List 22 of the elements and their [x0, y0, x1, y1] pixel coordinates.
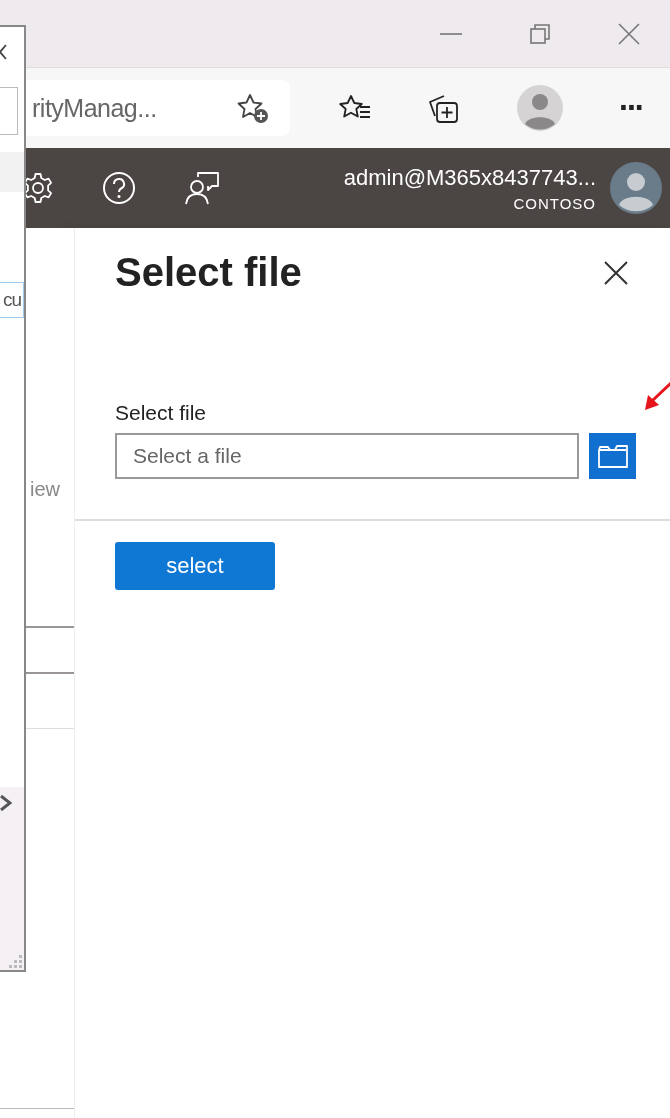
help-icon[interactable]: [102, 171, 136, 205]
user-email: admin@M365x8437743...: [343, 164, 596, 191]
address-text: rityManag...: [32, 93, 157, 123]
resize-grip-icon[interactable]: [8, 954, 22, 968]
browse-button[interactable]: [589, 433, 636, 479]
select-button[interactable]: select: [115, 542, 275, 590]
chevron-right-icon[interactable]: [0, 795, 12, 811]
panel-title: Select file: [115, 250, 302, 295]
partial-label: iew: [30, 478, 60, 501]
organization-name: CONTOSO: [513, 194, 596, 212]
restore-icon[interactable]: [530, 23, 550, 44]
star-plus-icon[interactable]: [236, 92, 270, 124]
folder-icon: [596, 443, 629, 469]
feedback-icon[interactable]: [184, 171, 220, 205]
pointer-arrow: [644, 381, 670, 411]
search-field[interactable]: cu: [0, 282, 24, 318]
minimize-icon[interactable]: [440, 31, 462, 36]
file-input-field[interactable]: Select a file: [115, 433, 579, 479]
user-avatar-icon[interactable]: [610, 162, 662, 214]
more-button[interactable]: ···: [618, 93, 643, 123]
field-label: Select file: [115, 401, 208, 425]
profile-avatar-icon[interactable]: [516, 85, 563, 131]
